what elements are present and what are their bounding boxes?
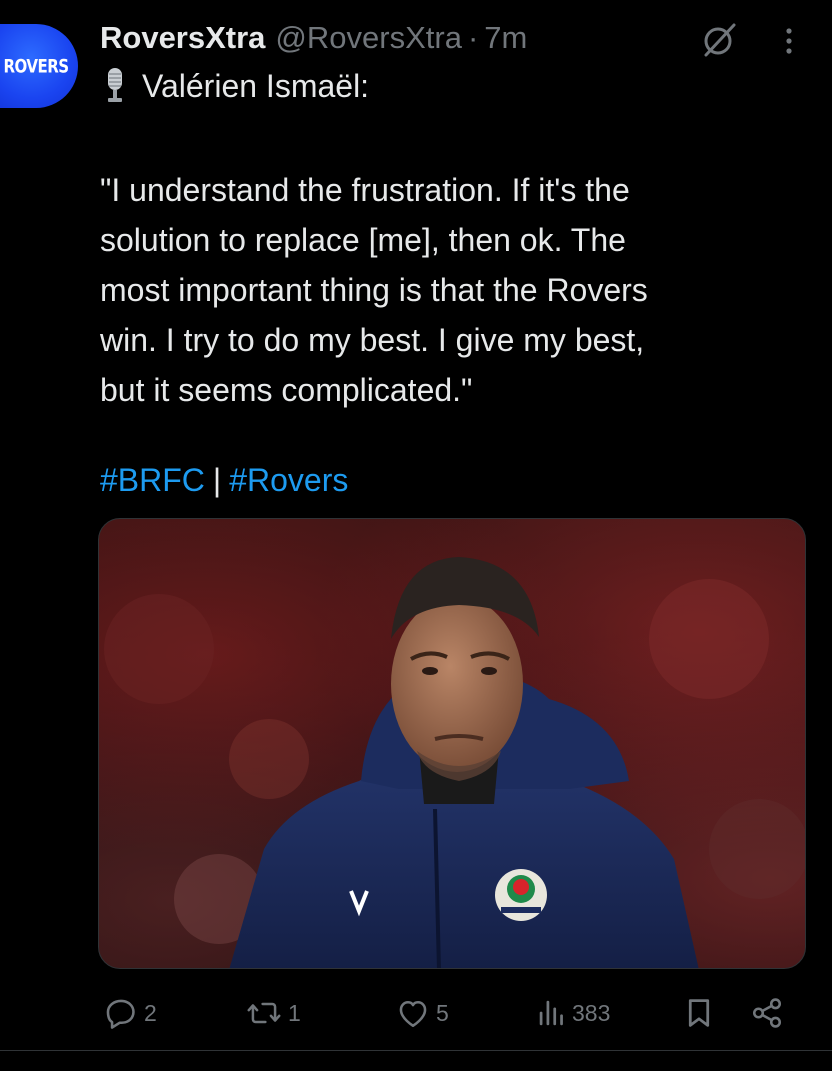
like-button[interactable]: 5 [396, 990, 449, 1036]
tweet-media-photo[interactable] [98, 518, 806, 969]
repost-icon [247, 1002, 281, 1024]
share-button[interactable] [750, 990, 790, 1036]
reply-count: 2 [144, 999, 157, 1026]
more-vertical-icon[interactable] [778, 24, 800, 58]
avatar-text: ROVERS [3, 54, 69, 78]
share-icon [752, 998, 782, 1028]
views-count: 383 [572, 999, 611, 1026]
tweet-text-line: solution to replace [me], then ok. The [100, 222, 626, 258]
like-count: 5 [436, 999, 449, 1026]
repost-count: 1 [288, 999, 301, 1026]
bookmark-icon [688, 999, 710, 1027]
speaker-name: Valérien Ismaël: [142, 67, 370, 104]
grok-icon[interactable] [700, 22, 740, 58]
timestamp[interactable]: 7m [484, 20, 527, 56]
reply-icon [106, 999, 135, 1029]
hashtags: #BRFC | #Rovers [100, 462, 348, 499]
tweet-header: RoversXtra @RoversXtra · 7m [100, 20, 527, 60]
user-handle[interactable]: @RoversXtra [275, 20, 462, 56]
tweet-divider [0, 1050, 832, 1051]
tweet-text-line: win. I try to do my best. I give my best… [100, 322, 645, 358]
hashtag-brfc[interactable]: #BRFC [100, 462, 205, 498]
avatar[interactable]: ROVERS [0, 24, 78, 108]
views-icon [539, 1000, 563, 1026]
reply-button[interactable]: 2 [104, 990, 157, 1036]
studio-microphone-icon [108, 68, 122, 102]
tweet-text-line: but it seems complicated." [100, 372, 473, 408]
tweet-actions: 2 1 5 383 [0, 990, 832, 1036]
display-name[interactable]: RoversXtra [100, 20, 265, 56]
tweet[interactable]: ROVERS RoversXtra @RoversXtra · 7m Valér… [0, 0, 832, 1071]
photo-illustration [104, 557, 805, 968]
separator-dot: · [467, 20, 479, 55]
views-button[interactable]: 383 [538, 990, 610, 1036]
tweet-text-line: most important thing is that the Rovers [100, 272, 648, 308]
repost-button[interactable]: 1 [246, 990, 301, 1036]
hashtag-separator: | [212, 462, 222, 498]
speaker-line: Valérien Ismaël: [100, 66, 369, 106]
tweet-text: "I understand the frustration. If it's t… [100, 165, 800, 415]
heart-icon [399, 1000, 427, 1028]
tweet-text-line: "I understand the frustration. If it's t… [100, 172, 630, 208]
bookmark-button[interactable] [684, 990, 720, 1036]
hashtag-rovers[interactable]: #Rovers [229, 462, 348, 498]
